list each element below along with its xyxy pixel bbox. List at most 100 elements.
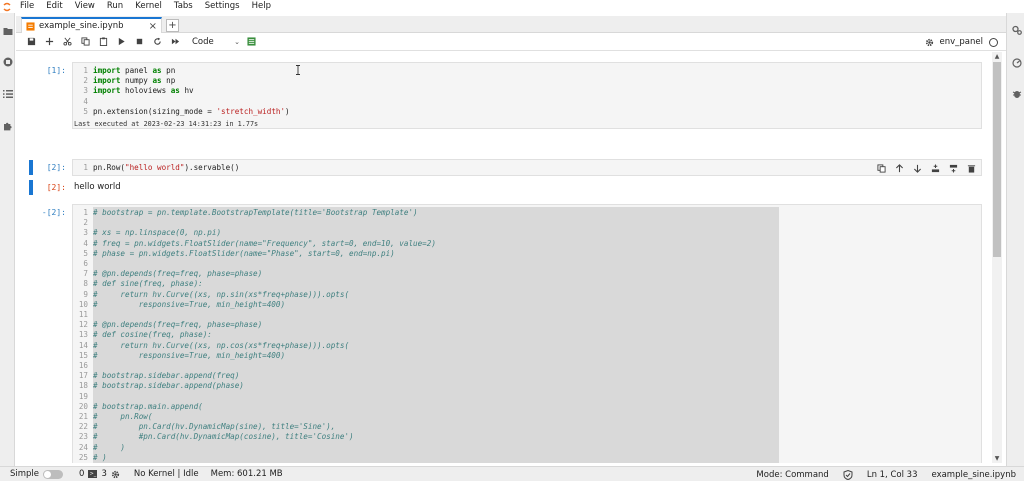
code-token: # @pn.depends(freq=freq, phase=phase) (93, 320, 263, 330)
scrollbar-thumb[interactable] (993, 62, 1001, 257)
jupyter-logo-icon (0, 0, 14, 13)
code-line: 2 import numpy as np (73, 76, 175, 86)
close-icon[interactable]: × (149, 21, 157, 32)
cell-toolbar (876, 163, 976, 173)
menu-run[interactable]: Run (101, 0, 129, 13)
cell-type-dropdown[interactable]: Code ⌄ (190, 35, 242, 48)
code-line: 5 pn.extension(sizing_mode = 'stretch_wid… (73, 106, 290, 117)
run-icon[interactable] (112, 34, 130, 50)
code-text: # def cosine(freq, phase): (93, 330, 212, 340)
folder-icon[interactable] (0, 23, 15, 38)
kernel-status[interactable]: No Kernel | Idle (134, 469, 199, 479)
right-sidebar (1006, 13, 1024, 466)
left-sidebar (0, 13, 15, 466)
menu-view[interactable]: View (69, 0, 101, 13)
delete-cell-icon[interactable] (966, 163, 976, 173)
copy-icon[interactable] (76, 34, 94, 50)
add-cell-icon[interactable] (40, 34, 58, 50)
line-number: 2 (83, 218, 88, 228)
code-line: 11 (73, 310, 93, 320)
code-text: # @pn.depends(freq=freq, phase=phase) (93, 269, 262, 279)
code-line: 6 (73, 259, 93, 269)
line-number: 11 (78, 310, 88, 319)
tab-bar: example_sine.ipynb × + (16, 16, 1006, 33)
code-line: 24 # ) (73, 443, 125, 453)
insert-below-icon[interactable] (948, 163, 958, 173)
menu-tabs[interactable]: Tabs (168, 0, 199, 13)
terminals-count[interactable]: 0 >_ 3 (79, 469, 120, 479)
code-line: 25 # ) (73, 453, 107, 463)
move-down-icon[interactable] (912, 163, 922, 173)
cell-2-editor[interactable]: 1 pn.Row("hello world").servable() (72, 159, 982, 176)
kernels-count-value: 3 (101, 469, 107, 479)
menu-help[interactable]: Help (246, 0, 277, 13)
tab-example-sine[interactable]: example_sine.ipynb × (21, 17, 162, 33)
code-text: # @pn.depends(freq=freq, phase=phase) (93, 320, 262, 330)
line-number: 16 (78, 361, 88, 370)
save-icon[interactable] (22, 34, 40, 50)
code-text: # responsive=True, min_height=400) (93, 300, 285, 310)
cell-3-editor[interactable]: 1 # bootstrap = pn.template.BootstrapTemp… (72, 204, 982, 463)
gear-icon[interactable] (925, 38, 934, 47)
code-token: # responsive=True, min_height=400) (93, 299, 286, 309)
line-number: 24 (78, 442, 88, 452)
code-line: 13 # def cosine(freq, phase): (73, 330, 212, 340)
code-line: 4 # freq = pn.widgets.FloatSlider(name="F… (73, 239, 436, 249)
code-text: # return hv.Curve((xs, np.cos(xs*freq+ph… (93, 341, 349, 351)
scroll-up-icon[interactable]: ▲ (992, 52, 1002, 61)
code-text: import numpy as np (93, 76, 175, 86)
code-text: # xs = np.linspace(0, np.pi) (93, 228, 221, 238)
menu-edit[interactable]: Edit (40, 0, 68, 13)
table-of-contents-toggle-icon[interactable] (242, 34, 260, 50)
code-line: 17 # bootstrap.sidebar.append(freq) (73, 371, 239, 381)
notebook-scrollbar[interactable]: ▲ ▼ (992, 52, 1002, 463)
code-line: 14 # return hv.Curve((xs, np.cos(xs*freq+… (73, 341, 349, 351)
menu-settings[interactable]: Settings (199, 0, 246, 13)
move-up-icon[interactable] (894, 163, 904, 173)
code-text: # bootstrap = pn.template.BootstrapTempl… (93, 208, 418, 218)
cursor-position[interactable]: Ln 1, Col 33 (867, 470, 918, 480)
code-token: import (93, 86, 121, 96)
code-line: 7 # @pn.depends(freq=freq, phase=phase) (73, 269, 262, 279)
bug-icon[interactable] (1010, 87, 1023, 100)
cut-icon[interactable] (58, 34, 76, 50)
code-token: # def cosine(freq, phase): (93, 330, 212, 340)
menu-kernel[interactable]: Kernel (129, 0, 168, 13)
code-line: 1 pn.Row("hello world").servable() (73, 163, 239, 173)
insert-above-icon[interactable] (930, 163, 940, 173)
menu-file[interactable]: File (14, 0, 40, 13)
code-text: # bootstrap.sidebar.append(phase) (93, 381, 244, 391)
line-number: 13 (78, 330, 88, 340)
code-line: 18 # bootstrap.sidebar.append(phase) (73, 381, 244, 391)
code-token: # ) (93, 442, 126, 452)
debugger-gauge-icon[interactable] (1010, 56, 1023, 69)
code-token: import (93, 76, 121, 86)
shield-check-icon[interactable] (843, 469, 853, 480)
line-number: 4 (83, 96, 88, 106)
terminals-count-value: 0 (79, 469, 85, 479)
code-token: # responsive=True, min_height=400) (93, 350, 286, 360)
paste-icon[interactable] (94, 34, 112, 50)
stop-icon[interactable] (130, 34, 148, 50)
code-token: # #pn.Card(hv.DynamicMap(cosine), title=… (93, 432, 354, 442)
line-number: 5 (83, 106, 88, 116)
code-text: pn.extension(sizing_mode = 'stretch_widt… (93, 107, 290, 117)
code-text: # freq = pn.widgets.FloatSlider(name="Fr… (93, 239, 436, 249)
simple-mode-toggle[interactable] (43, 469, 64, 479)
code-token: # bootstrap.main.append( (93, 401, 203, 411)
code-token: # bootstrap = pn.template.BootstrapTempl… (93, 208, 418, 217)
new-tab-button[interactable]: + (166, 19, 179, 32)
simple-mode[interactable]: Simple (10, 469, 64, 479)
table-of-contents-icon[interactable] (0, 86, 15, 101)
scroll-down-icon[interactable]: ▼ (992, 454, 1002, 463)
code-line: 2 (73, 218, 93, 228)
restart-run-all-icon[interactable] (166, 34, 184, 50)
running-kernels-icon[interactable] (0, 54, 15, 69)
cell-1-editor[interactable]: 1 import panel as pn 2 import numpy as np 3 i… (72, 62, 982, 119)
cell-1-prompt: [1]: (46, 66, 66, 75)
kernel-name-button[interactable]: env_panel (940, 37, 983, 47)
property-inspector-gears-icon[interactable] (1010, 23, 1023, 36)
extensions-puzzle-icon[interactable] (0, 118, 15, 133)
restart-icon[interactable] (148, 34, 166, 50)
duplicate-cell-icon[interactable] (876, 163, 886, 173)
